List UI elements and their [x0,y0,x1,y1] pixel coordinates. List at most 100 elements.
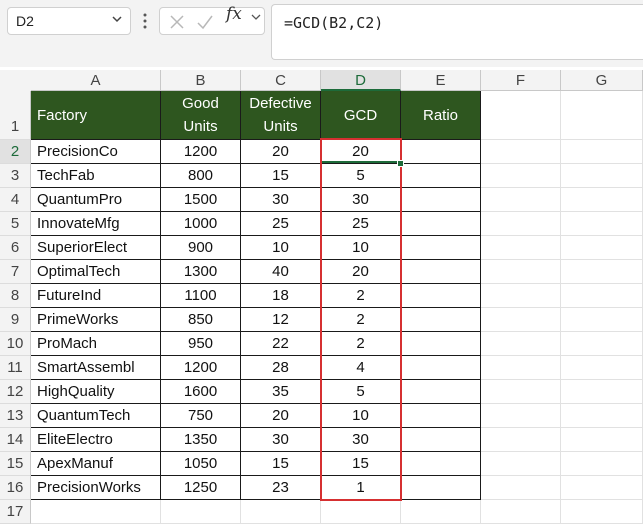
good-units-cell[interactable]: 800 [161,164,241,188]
factory-cell[interactable]: PrecisionWorks [31,476,161,500]
empty-cell[interactable] [481,500,561,524]
empty-cell[interactable] [481,452,561,476]
column-header-a[interactable]: A [31,70,161,91]
row-header[interactable]: 14 [0,428,31,452]
defective-units-cell[interactable]: 25 [241,212,321,236]
gcd-cell[interactable]: 2 [321,308,401,332]
formula-input[interactable]: =GCD(B2,C2) [271,4,643,60]
row-header[interactable]: 16 [0,476,31,500]
empty-cell[interactable] [561,356,643,380]
row-header[interactable]: 3 [0,164,31,188]
good-units-cell[interactable]: 850 [161,308,241,332]
defective-units-cell[interactable]: 20 [241,404,321,428]
factory-cell[interactable]: SuperiorElect [31,236,161,260]
header-cell-ratio[interactable]: Ratio [401,91,481,140]
header-cell-factory[interactable]: Factory [31,91,161,140]
enter-check-icon[interactable] [196,13,214,31]
good-units-cell[interactable]: 1200 [161,356,241,380]
row-header[interactable]: 1 [0,91,31,140]
empty-cell[interactable] [161,500,241,524]
defective-units-cell[interactable]: 20 [241,140,321,164]
chevron-down-icon[interactable] [111,13,123,25]
more-options-icon[interactable] [142,12,148,30]
gcd-cell[interactable]: 25 [321,212,401,236]
defective-units-cell[interactable]: 30 [241,188,321,212]
empty-cell[interactable] [561,188,643,212]
good-units-cell[interactable]: 900 [161,236,241,260]
fill-handle[interactable] [397,160,404,167]
empty-cell[interactable] [321,500,401,524]
gcd-cell[interactable]: 30 [321,428,401,452]
empty-cell[interactable] [481,332,561,356]
ratio-cell[interactable] [401,428,481,452]
empty-cell[interactable] [561,476,643,500]
ratio-cell[interactable] [401,188,481,212]
ratio-cell[interactable] [401,284,481,308]
gcd-cell[interactable]: 10 [321,236,401,260]
good-units-cell[interactable]: 1500 [161,188,241,212]
row-header[interactable]: 17 [0,500,31,524]
row-header[interactable]: 4 [0,188,31,212]
empty-cell[interactable] [561,404,643,428]
good-units-cell[interactable]: 1200 [161,140,241,164]
empty-cell[interactable] [481,164,561,188]
ratio-cell[interactable] [401,236,481,260]
gcd-cell[interactable]: 15 [321,452,401,476]
row-header[interactable]: 7 [0,260,31,284]
factory-cell[interactable]: OptimalTech [31,260,161,284]
empty-cell[interactable] [561,332,643,356]
factory-cell[interactable]: ProMach [31,332,161,356]
gcd-cell[interactable]: 2 [321,284,401,308]
gcd-cell[interactable]: 1 [321,476,401,500]
good-units-cell[interactable]: 1250 [161,476,241,500]
factory-cell[interactable]: EliteElectro [31,428,161,452]
defective-units-cell[interactable]: 12 [241,308,321,332]
header-cell-defective-units[interactable]: Defective Units [241,91,321,140]
empty-cell[interactable] [561,500,643,524]
column-header-d[interactable]: D [321,70,401,91]
defective-units-cell[interactable]: 23 [241,476,321,500]
good-units-cell[interactable]: 950 [161,332,241,356]
empty-cell[interactable] [481,404,561,428]
ratio-cell[interactable] [401,140,481,164]
empty-cell[interactable] [481,188,561,212]
factory-cell[interactable]: SmartAssembl [31,356,161,380]
empty-cell[interactable] [481,428,561,452]
factory-cell[interactable]: FutureInd [31,284,161,308]
gcd-cell[interactable]: 5 [321,164,401,188]
column-header-b[interactable]: B [161,70,241,91]
empty-cell[interactable] [561,236,643,260]
row-header[interactable]: 10 [0,332,31,356]
defective-units-cell[interactable]: 22 [241,332,321,356]
ratio-cell[interactable] [401,356,481,380]
column-header-e[interactable]: E [401,70,481,91]
row-header[interactable]: 2 [0,140,31,164]
header-cell-gcd[interactable]: GCD [321,91,401,140]
ratio-cell[interactable] [401,308,481,332]
gcd-cell[interactable]: 2 [321,332,401,356]
empty-cell[interactable] [561,164,643,188]
column-header-f[interactable]: F [481,70,561,91]
factory-cell[interactable]: QuantumTech [31,404,161,428]
empty-cell[interactable] [481,356,561,380]
good-units-cell[interactable]: 1600 [161,380,241,404]
good-units-cell[interactable]: 1000 [161,212,241,236]
chevron-down-icon[interactable] [251,12,261,22]
row-header[interactable]: 15 [0,452,31,476]
ratio-cell[interactable] [401,476,481,500]
empty-cell[interactable] [561,452,643,476]
empty-cell[interactable] [481,380,561,404]
empty-cell[interactable] [481,476,561,500]
defective-units-cell[interactable]: 10 [241,236,321,260]
ratio-cell[interactable] [401,332,481,356]
ratio-cell[interactable] [401,404,481,428]
row-header[interactable]: 6 [0,236,31,260]
factory-cell[interactable]: ApexManuf [31,452,161,476]
empty-cell[interactable] [481,236,561,260]
empty-cell[interactable] [561,428,643,452]
factory-cell[interactable]: QuantumPro [31,188,161,212]
row-header[interactable]: 5 [0,212,31,236]
ratio-cell[interactable] [401,212,481,236]
good-units-cell[interactable]: 1100 [161,284,241,308]
ratio-cell[interactable] [401,380,481,404]
